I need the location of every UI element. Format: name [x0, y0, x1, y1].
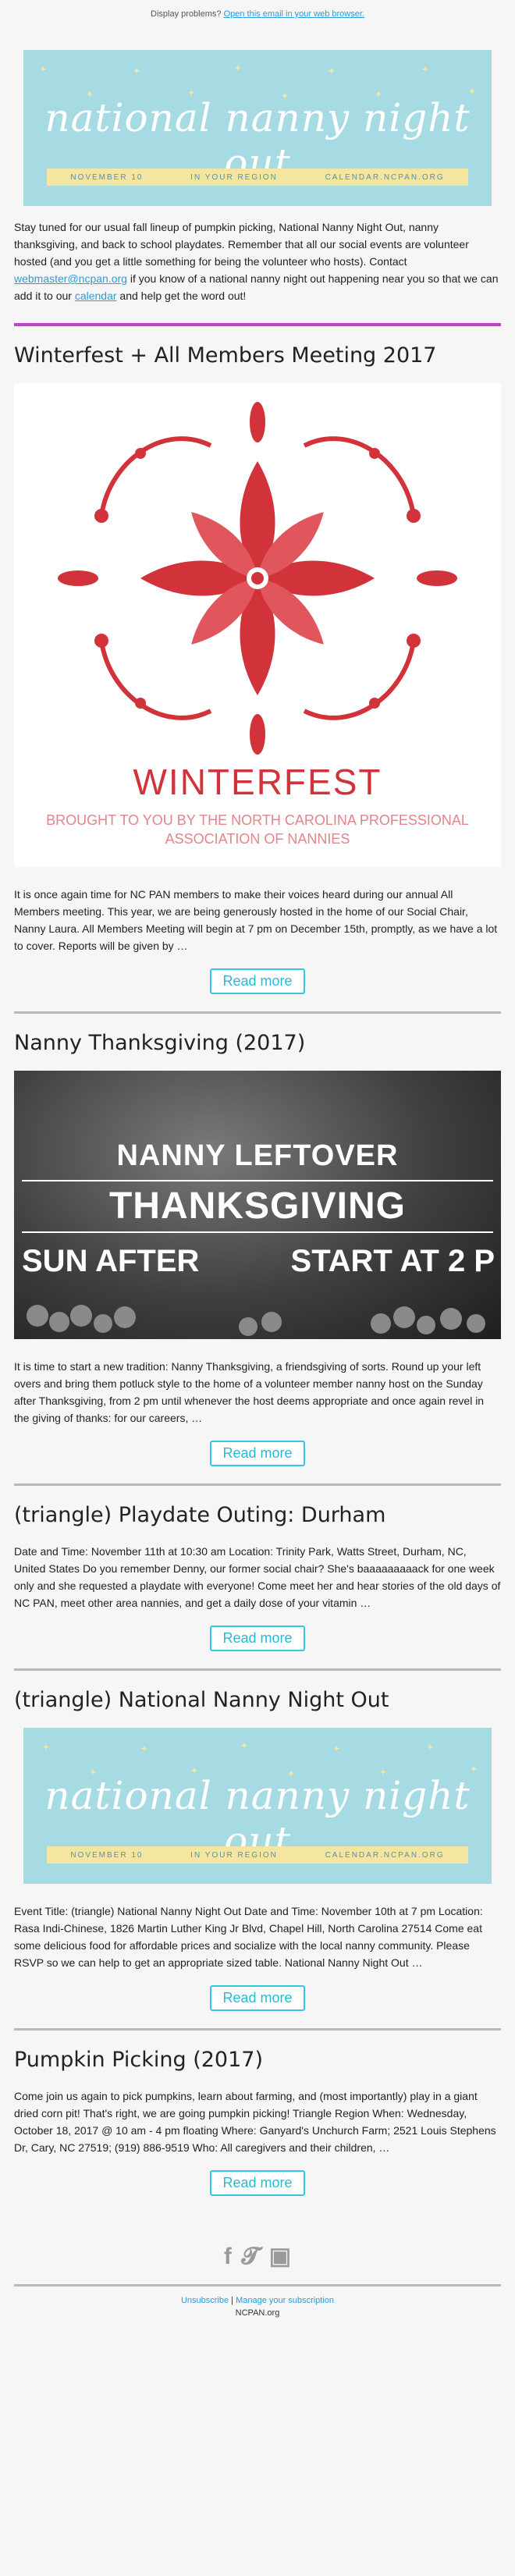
intro-paragraph: Stay tuned for our usual fall lineup of … [14, 219, 501, 304]
post-title-nanny-night-out[interactable]: (triangle) National Nanny Night Out [14, 1688, 501, 1712]
calendar-link[interactable]: calendar [75, 290, 117, 302]
banner-region: IN YOUR REGION [190, 172, 278, 182]
twitter-icon[interactable]: 𝓣 [241, 2244, 259, 2270]
read-more-button-playdate[interactable]: Read more [210, 1626, 305, 1651]
post-title-winterfest[interactable]: Winterfest + All Members Meeting 2017 [14, 343, 501, 368]
post-excerpt-thanksgiving: It is time to start a new tradition: Nan… [14, 1360, 485, 1424]
banner-calendar: CALENDAR.NCPAN.ORG [325, 172, 445, 182]
post-excerpt-pumpkin-picking: Come join us again to pick pumpkins, lea… [14, 2090, 496, 2154]
manage-subscription-link[interactable]: Manage your subscription [236, 2296, 334, 2305]
post-title-thanksgiving[interactable]: Nanny Thanksgiving (2017) [14, 1031, 501, 1055]
display-problems-text: Display problems? [151, 9, 222, 19]
web-browser-link[interactable]: Open this email in your web browser. [224, 9, 364, 19]
post-excerpt-nanny-night-out: Event Title: (triangle) National Nanny N… [14, 1905, 483, 1969]
food-decoration [27, 1305, 485, 1336]
read-more-button-winterfest[interactable]: Read more [210, 968, 305, 994]
footer-separator: | [229, 2296, 236, 2305]
thanksgiving-line-1: NANNY LEFTOVER [116, 1139, 399, 1172]
footer-links: Unsubscribe | Manage your subscription [14, 2296, 501, 2305]
post-divider [14, 1011, 501, 1014]
thanksgiving-image[interactable]: NANNY LEFTOVER THANKSGIVING SUN AFTER ST… [14, 1071, 501, 1339]
post-excerpt-playdate: Date and Time: November 11th at 10:30 am… [14, 1545, 501, 1609]
read-more-button-thanksgiving[interactable]: Read more [210, 1441, 305, 1466]
thanksgiving-rule-bottom [22, 1231, 493, 1233]
banner-strip: NOVEMBER 10 IN YOUR REGION CALENDAR.NCPA… [47, 169, 468, 186]
footer-org: NCPAN.org [235, 2308, 280, 2318]
instagram-icon[interactable]: ▣ [269, 2243, 291, 2270]
intro-text-1: Stay tuned for our usual fall lineup of … [14, 221, 469, 268]
display-problems-bar: Display problems? Open this email in you… [0, 0, 515, 28]
read-more-button-nanny-night-out[interactable]: Read more [210, 1985, 305, 2011]
email-footer: f 𝓣 ▣ Unsubscribe | Manage your subscrip… [14, 2243, 501, 2318]
thanksgiving-line-3: SUN AFTER [22, 1244, 200, 1278]
webmaster-email-link[interactable]: webmaster@ncpan.org [14, 272, 127, 285]
post-title-pumpkin-picking[interactable]: Pumpkin Picking (2017) [14, 2048, 501, 2072]
nanny-night-out-image[interactable]: ✦ ✦ ✦ ✦ ✦ ✦ ✦ ✦ ✦ ✦ national nanny night out NOVE… [23, 1728, 492, 1884]
post-excerpt-winterfest: It is once again time for NC PAN members… [14, 888, 498, 952]
facebook-icon[interactable]: f [224, 2244, 232, 2270]
banner-strip: NOVEMBER 10 IN YOUR REGION CALENDAR.NCPA… [47, 1846, 468, 1864]
banner-calendar: CALENDAR.NCPAN.ORG [325, 1850, 445, 1860]
banner-date: NOVEMBER 10 [70, 172, 144, 182]
social-links: f 𝓣 ▣ [14, 2243, 501, 2270]
post-title-playdate[interactable]: (triangle) Playdate Outing: Durham [14, 1503, 501, 1527]
section-divider [14, 323, 501, 326]
banner-region: IN YOUR REGION [190, 1850, 278, 1860]
banner-date: NOVEMBER 10 [70, 1850, 144, 1860]
winterfest-image[interactable]: WINTERFEST BROUGHT TO YOU BY THE NORTH C… [14, 383, 501, 867]
read-more-button-pumpkin-picking[interactable]: Read more [210, 2170, 305, 2196]
post-divider [14, 1668, 501, 1671]
unsubscribe-link[interactable]: Unsubscribe [181, 2296, 229, 2305]
nanny-night-out-banner: ✦ ✦ ✦ ✦ ✦ ✦ ✦ ✦ ✦ ✦ national nanny night out NOVE… [23, 50, 492, 206]
footer-divider [14, 2284, 501, 2286]
post-divider [14, 1483, 501, 1486]
post-divider [14, 2028, 501, 2031]
winterfest-image-subtitle: BROUGHT TO YOU BY THE NORTH CAROLINA PRO… [46, 812, 469, 847]
winterfest-ornament [58, 402, 457, 755]
winterfest-image-title: WINTERFEST [133, 762, 382, 802]
thanksgiving-rule-top [22, 1180, 493, 1181]
thanksgiving-line-2: THANKSGIVING [108, 1185, 406, 1227]
intro-text-3: and help get the word out! [116, 290, 247, 302]
thanksgiving-line-4: START AT 2 P [290, 1244, 495, 1278]
